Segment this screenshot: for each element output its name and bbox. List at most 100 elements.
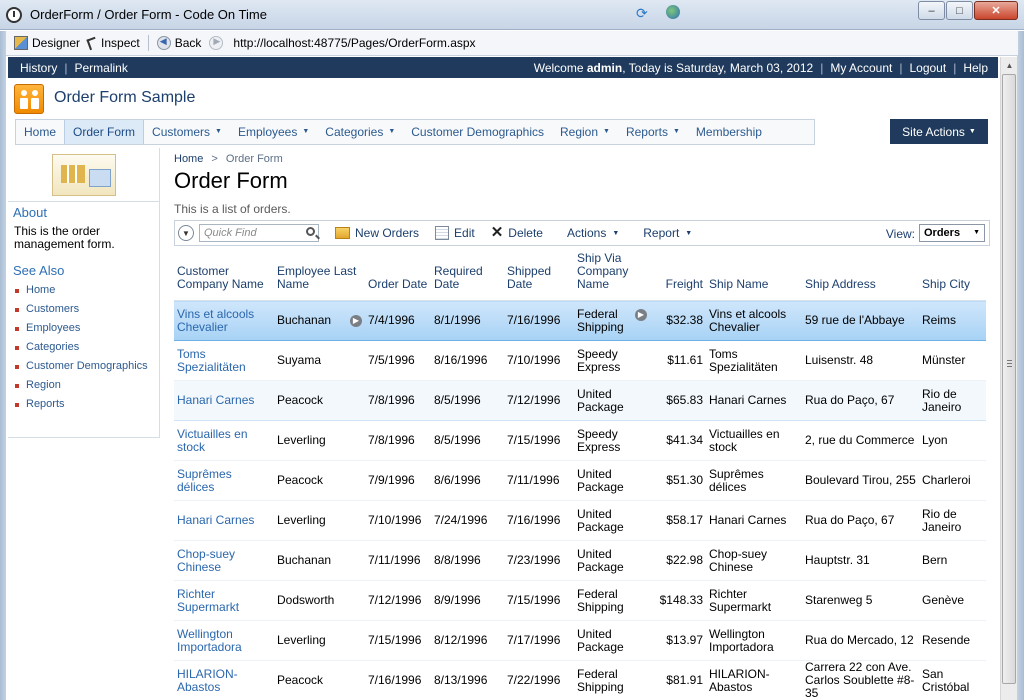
menu-item-membership[interactable]: Membership	[688, 120, 770, 144]
column-header[interactable]: Ship City	[919, 252, 986, 301]
see-also-link-customers[interactable]: Customers	[14, 303, 154, 316]
table-cell[interactable]: Wellington Importadora	[174, 620, 274, 661]
site-actions-button[interactable]: Site Actions ▼	[890, 119, 988, 144]
table-cell: Boulevard Tirou, 255	[802, 460, 919, 501]
menu-item-home[interactable]: Home	[16, 120, 64, 144]
see-also-link-region[interactable]: Region	[14, 379, 154, 392]
separator: |	[64, 60, 68, 75]
cell-value: Wellington Importadora	[177, 626, 242, 654]
address-bar[interactable]: http://localhost:48775/Pages/OrderForm.a…	[233, 36, 475, 50]
quick-find-input[interactable]: Quick Find	[199, 224, 319, 242]
table-cell[interactable]: HILARION-Abastos	[174, 660, 274, 700]
column-header[interactable]: Ship Address	[802, 252, 919, 301]
table-row[interactable]: Toms Spezialitäten Suyama 7/5/1996 8/16/199…	[174, 340, 986, 381]
table-cell[interactable]: Richter Supermarkt	[174, 580, 274, 621]
menu-item-reports[interactable]: Reports ▼	[618, 120, 688, 144]
column-header[interactable]: Required Date	[431, 252, 504, 301]
report-label: Report	[643, 226, 680, 240]
table-cell: Hauptstr. 31	[802, 540, 919, 581]
table-cell[interactable]: Chop-suey Chinese	[174, 540, 274, 581]
see-also-link-reports[interactable]: Reports	[14, 398, 154, 411]
designer-button[interactable]: Designer	[14, 36, 80, 50]
search-icon[interactable]	[306, 227, 315, 236]
report-menu-button[interactable]: Report ▼	[643, 226, 692, 240]
table-row[interactable]: HILARION-Abastos Peacock 7/16/1996 8/13/199…	[174, 660, 986, 700]
forward-button[interactable]	[209, 36, 227, 50]
table-cell: 7/22/1996	[504, 660, 574, 700]
lookup-arrow-icon[interactable]: ▶	[635, 308, 647, 321]
cell-value: Peacock	[277, 473, 324, 487]
cell-value: 7/24/1996	[434, 513, 488, 527]
table-cell: United Package	[574, 460, 650, 501]
history-link[interactable]: History	[20, 61, 57, 75]
minimize-button[interactable]: –	[918, 1, 945, 20]
refresh-icon[interactable]: ⟳	[636, 5, 648, 22]
menu-item-region[interactable]: Region ▼	[552, 120, 618, 144]
table-row[interactable]: Hanari Carnes Peacock 7/8/1996 8/5/1996 7/12…	[174, 380, 986, 421]
cell-value: 8/12/1996	[434, 633, 488, 647]
table-cell[interactable]: Toms Spezialitäten	[174, 340, 274, 381]
table-cell: 8/16/1996	[431, 340, 504, 381]
column-header[interactable]: Shipped Date	[504, 252, 574, 301]
delete-button[interactable]: ✕ Delete	[491, 225, 543, 240]
menu-item-customers[interactable]: Customers ▼	[144, 120, 230, 144]
maximize-button[interactable]: □	[946, 1, 973, 20]
see-also-link-employees[interactable]: Employees	[14, 322, 154, 335]
collapse-icon[interactable]: ▼	[178, 225, 194, 241]
column-header[interactable]: Ship Name	[706, 252, 802, 301]
column-header[interactable]: Customer Company Name	[174, 252, 274, 301]
table-cell[interactable]: Hanari Carnes	[174, 380, 274, 421]
new-orders-button[interactable]: New Orders	[335, 226, 419, 240]
see-also-link-customer-demographics[interactable]: Customer Demographics	[14, 360, 154, 373]
menu-item-label: Membership	[695, 125, 762, 139]
cell-value: Leverling	[277, 433, 326, 447]
table-cell: Speedy Express	[574, 420, 650, 461]
see-also-link-home[interactable]: Home	[14, 284, 154, 297]
logout-link[interactable]: Logout	[909, 61, 946, 75]
view-selector[interactable]: Orders ▼	[919, 224, 985, 242]
column-header[interactable]: Freight	[650, 252, 706, 301]
vertical-scrollbar[interactable]: ▲	[1000, 57, 1017, 700]
menu-item-customer-demographics[interactable]: Customer Demographics	[403, 120, 552, 144]
back-button[interactable]: Back	[156, 36, 201, 50]
my-account-link[interactable]: My Account	[830, 61, 892, 75]
globe-icon[interactable]	[666, 5, 680, 19]
table-row[interactable]: Suprêmes délices Peacock 7/9/1996 8/6/1996 7…	[174, 460, 986, 501]
table-cell: Wellington Importadora	[706, 620, 802, 661]
table-row[interactable]: Hanari Carnes Leverling 7/10/1996 7/24/1996…	[174, 500, 986, 541]
menu-item-label: Customer Demographics	[411, 125, 544, 139]
table-cell: Suprêmes délices	[706, 460, 802, 501]
scroll-up-icon[interactable]: ▲	[1001, 57, 1018, 74]
edit-button[interactable]: Edit	[435, 226, 475, 240]
table-row[interactable]: Chop-suey Chinese Buchanan 7/11/1996 8/8/19…	[174, 540, 986, 581]
caret-down-icon: ▼	[672, 128, 680, 135]
table-row[interactable]: Vins et alcools Chevalier ▶ Buchanan 7/4/19…	[174, 300, 986, 341]
actions-menu-button[interactable]: Actions ▼	[567, 226, 619, 240]
menu-item-order-form[interactable]: Order Form	[64, 120, 145, 144]
scrollbar-thumb[interactable]	[1002, 74, 1016, 684]
table-row[interactable]: Wellington Importadora Leverling 7/15/1996…	[174, 620, 986, 661]
site-title: Order Form Sample	[54, 89, 196, 106]
close-button[interactable]: ✕	[974, 1, 1018, 20]
lookup-arrow-icon[interactable]: ▶	[350, 315, 362, 327]
column-header[interactable]: Employee Last Name	[274, 252, 365, 301]
table-cell[interactable]: Hanari Carnes	[174, 500, 274, 541]
sidebar-divider	[8, 201, 160, 202]
table-cell: 7/11/1996	[365, 540, 431, 581]
inspect-button[interactable]: Inspect	[86, 36, 140, 50]
menu-item-categories[interactable]: Categories ▼	[317, 120, 403, 144]
cell-value: Chop-suey Chinese	[177, 546, 236, 574]
welcome-user: admin	[586, 60, 623, 75]
column-header[interactable]: Order Date	[365, 252, 431, 301]
help-link[interactable]: Help	[963, 61, 988, 75]
column-header[interactable]: Ship Via Company Name	[574, 252, 650, 301]
table-row[interactable]: Victuailles en stock Leverling 7/8/1996 8/5…	[174, 420, 986, 461]
table-cell[interactable]: Vins et alcools Chevalier	[174, 300, 274, 341]
menu-item-employees[interactable]: Employees ▼	[230, 120, 317, 144]
breadcrumb-home-link[interactable]: Home	[174, 153, 203, 165]
see-also-link-categories[interactable]: Categories	[14, 341, 154, 354]
table-row[interactable]: Richter Supermarkt Dodsworth 7/12/1996 8/9/…	[174, 580, 986, 621]
permalink-link[interactable]: Permalink	[74, 61, 127, 75]
table-cell[interactable]: Victuailles en stock	[174, 420, 274, 461]
table-cell[interactable]: Suprêmes délices	[174, 460, 274, 501]
